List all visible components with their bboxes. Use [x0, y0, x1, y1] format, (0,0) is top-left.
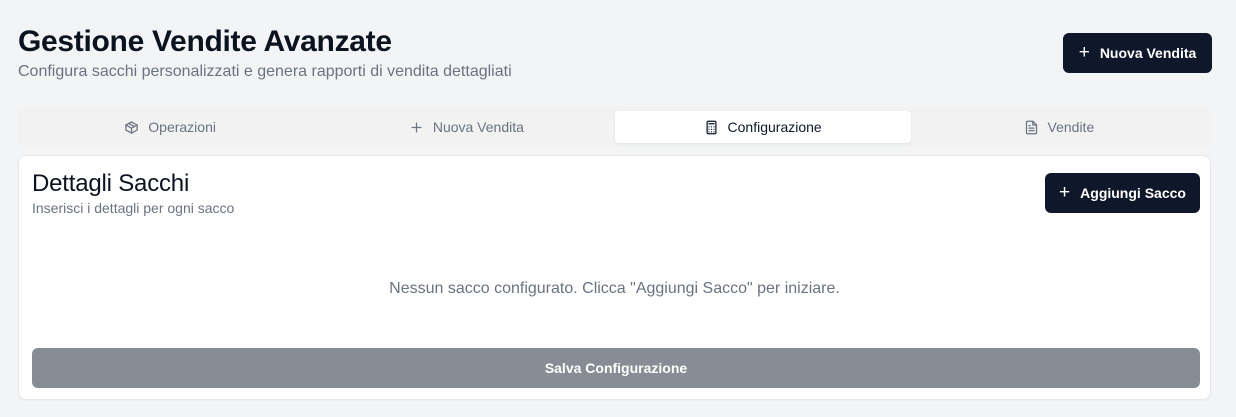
bag-details-card: Dettagli Sacchi Inserisci i dettagli per… — [18, 155, 1211, 400]
box-icon — [124, 120, 139, 135]
add-bag-button[interactable]: + Aggiungi Sacco — [1045, 173, 1200, 213]
tab-configurazione[interactable]: Configurazione — [614, 111, 911, 143]
tab-label: Configurazione — [727, 119, 822, 135]
tab-vendite[interactable]: Vendite — [911, 111, 1207, 143]
add-bag-button-label: Aggiungi Sacco — [1080, 185, 1186, 201]
card-title: Dettagli Sacchi — [32, 170, 190, 197]
tab-label: Vendite — [1047, 119, 1095, 135]
tab-label: Nuova Vendita — [432, 119, 524, 135]
tab-list: Operazioni Nuova Vendita Configurazione — [18, 107, 1211, 147]
page-title: Gestione Vendite Avanzate — [18, 25, 392, 58]
tab-label: Operazioni — [148, 119, 216, 135]
plus-icon: + — [1078, 41, 1090, 63]
page: Gestione Vendite Avanzate Configura sacc… — [0, 0, 1236, 417]
new-sale-button[interactable]: + Nuova Vendita — [1063, 33, 1212, 73]
file-text-icon — [1024, 120, 1039, 135]
page-subtitle: Configura sacchi personalizzati e genera… — [18, 63, 512, 80]
tab-operazioni[interactable]: Operazioni — [22, 111, 318, 143]
plus-icon: + — [1059, 181, 1071, 203]
plus-icon — [409, 120, 424, 135]
card-description: Inserisci i dettagli per ogni sacco — [32, 200, 235, 216]
tab-nuova-vendita[interactable]: Nuova Vendita — [318, 111, 614, 143]
calculator-icon — [704, 120, 719, 135]
save-configuration-button[interactable]: Salva Configurazione — [32, 348, 1200, 388]
empty-state-message: Nessun sacco configurato. Clicca "Aggiun… — [389, 280, 840, 297]
new-sale-button-label: Nuova Vendita — [1099, 45, 1197, 61]
